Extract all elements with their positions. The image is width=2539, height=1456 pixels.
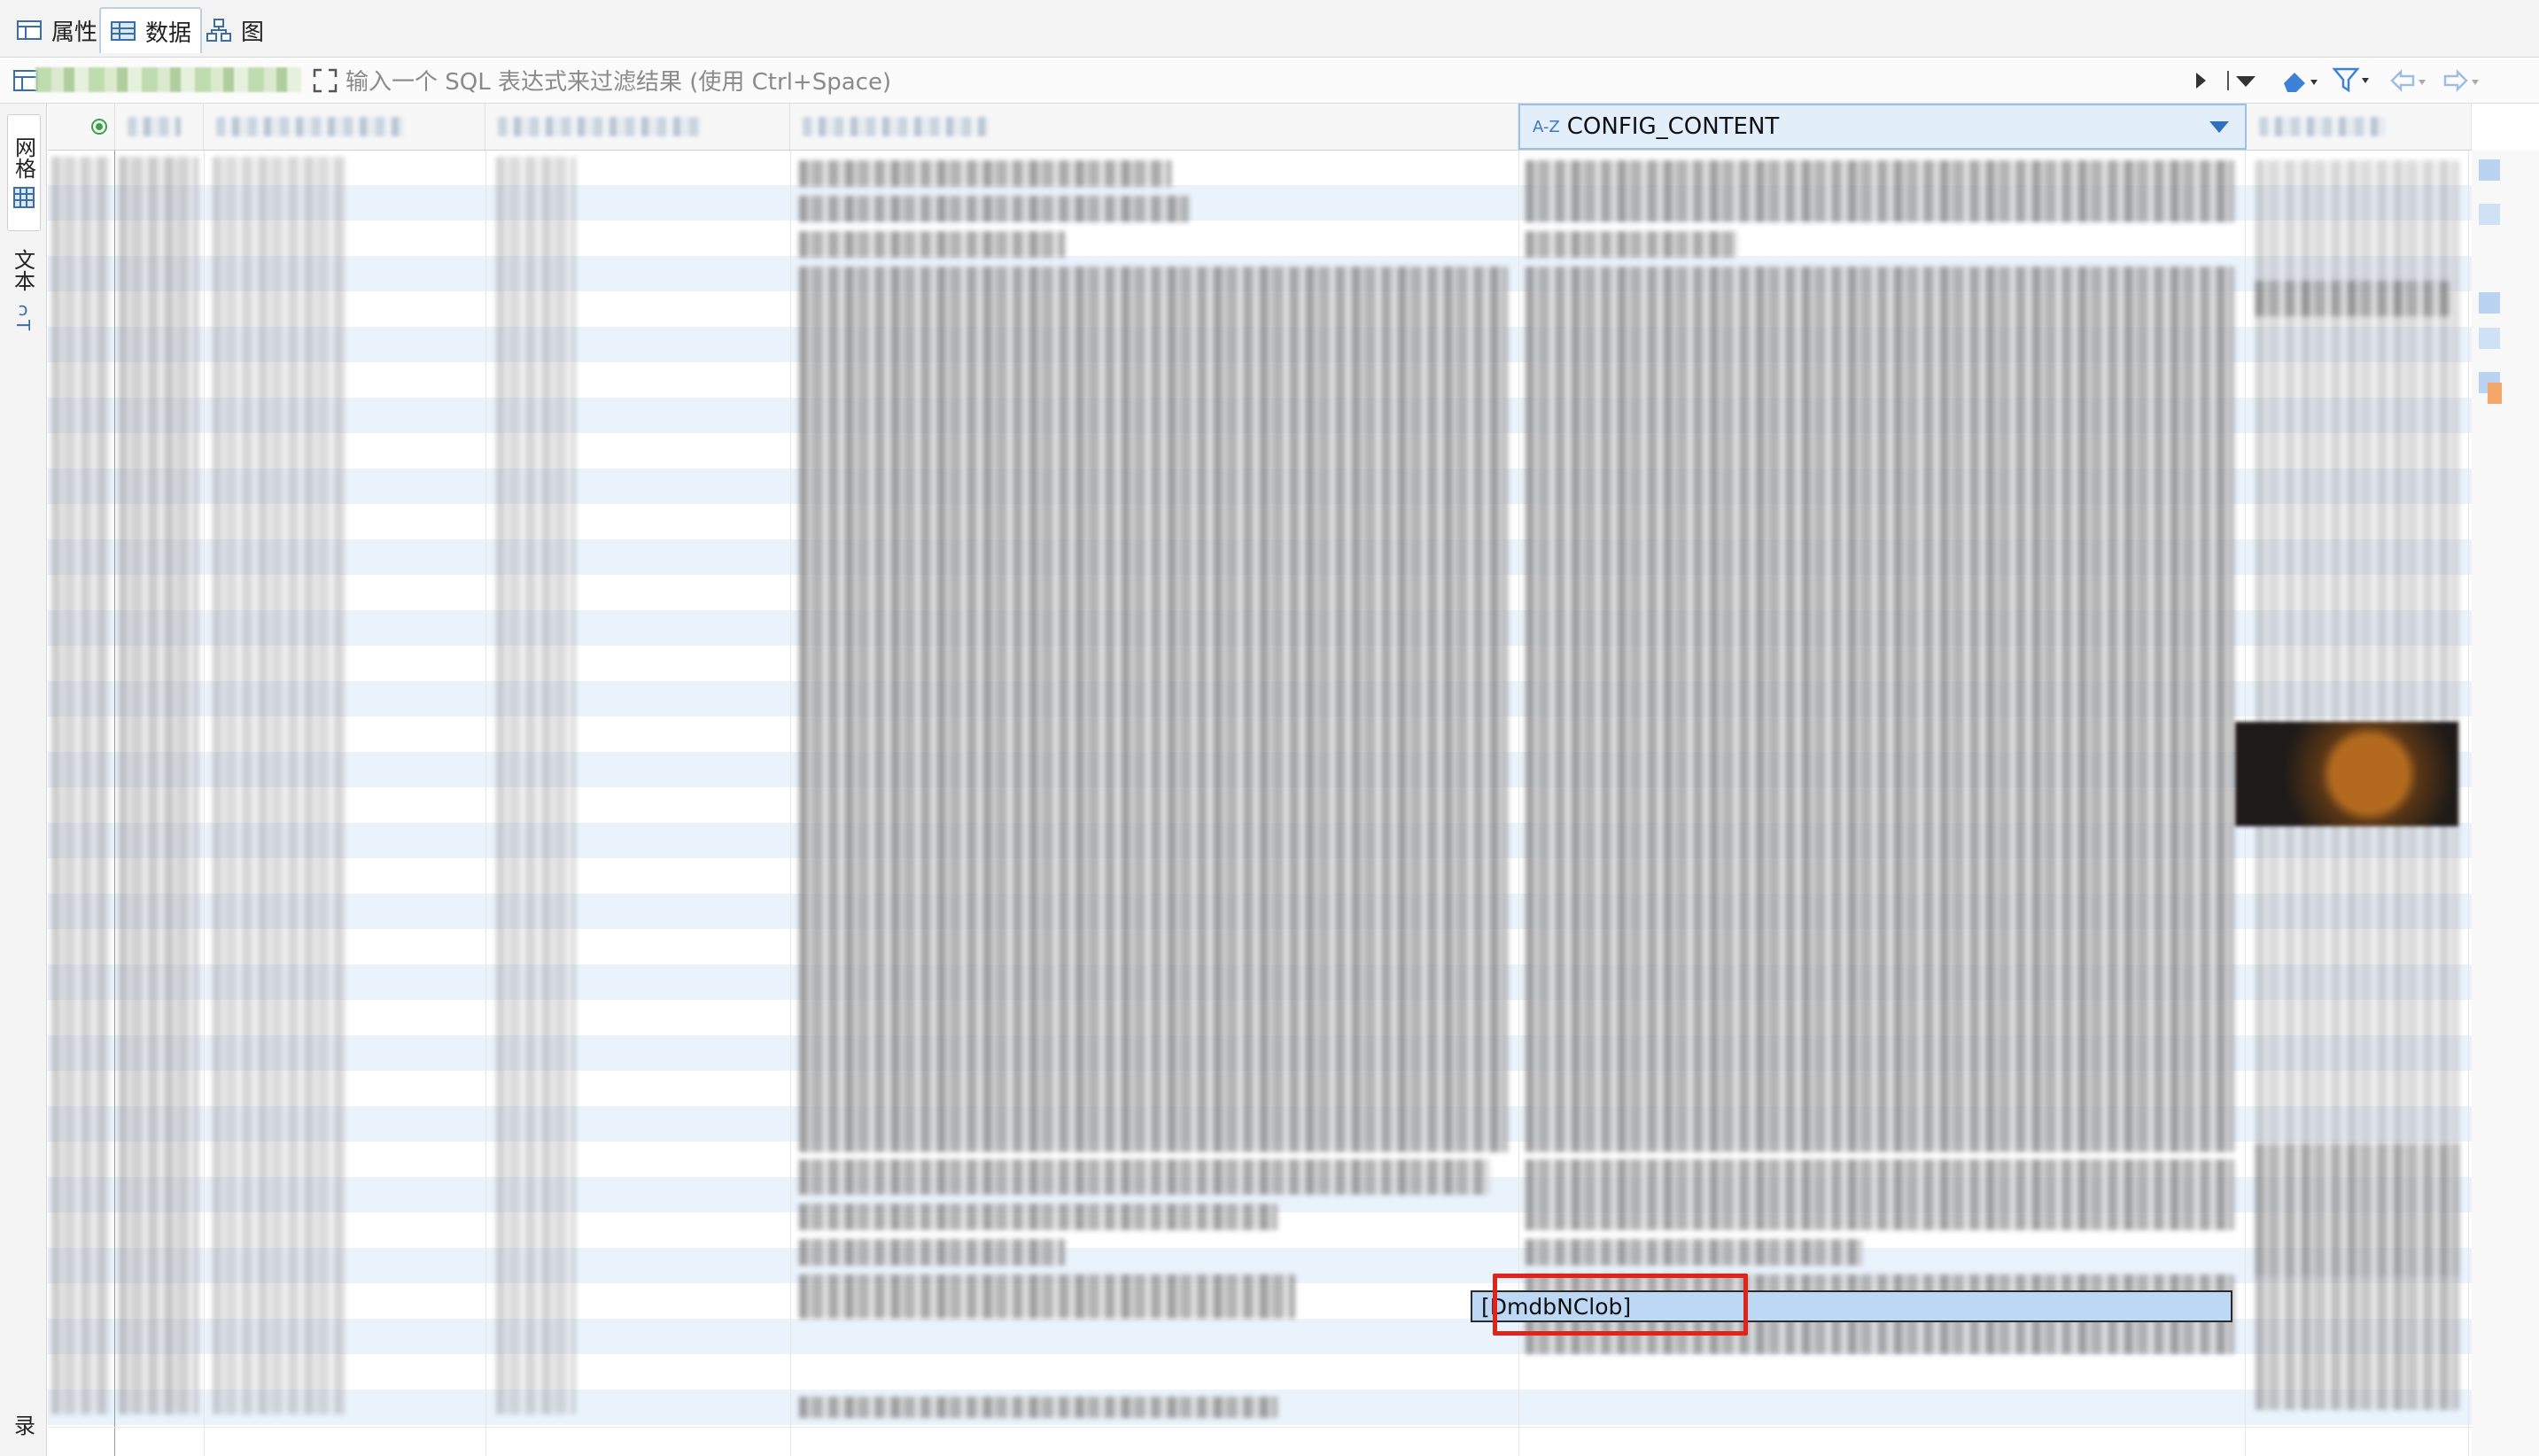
tab-data-label: 数据: [145, 19, 192, 47]
column-divider: [2468, 150, 2469, 1456]
column-name: CONFIG_CONTENT: [1566, 113, 1780, 140]
view-mode-strip: 网格 文本 ↄT 录: [0, 104, 47, 1456]
cell-blurred: [799, 196, 1189, 222]
blurred-column-name: [803, 117, 989, 136]
header-row-number[interactable]: [48, 104, 115, 150]
scroll-marker: [2479, 292, 2500, 314]
properties-icon: [17, 20, 42, 40]
eraser-icon[interactable]: [2280, 67, 2319, 94]
column-header-3[interactable]: [485, 104, 790, 150]
row-number-divider: [114, 150, 115, 1456]
forward-arrow-icon[interactable]: [2442, 67, 2481, 94]
record-indicator-icon: [91, 119, 107, 135]
selected-cell-value: [DmdbNClob]: [1481, 1293, 1632, 1320]
column-header-6[interactable]: [2247, 104, 2472, 150]
column-6-blurred: [2256, 160, 2459, 1276]
row-numbers-blurred: [51, 157, 110, 1414]
table-row[interactable]: [48, 221, 2472, 256]
cell-blurred: [799, 1204, 1277, 1230]
entity-name-blurred: [35, 67, 301, 92]
cell-blurred: [2256, 281, 2450, 316]
grid-view-icon: [13, 187, 35, 208]
grid-header: A-Z CONFIG_CONTENT: [48, 104, 2472, 151]
cell-blurred: [799, 1397, 1277, 1418]
empty-row-line: [48, 1427, 2472, 1428]
column-2-blurred: [213, 157, 346, 1414]
data-grid-icon: [111, 21, 136, 41]
column-header-2[interactable]: [204, 104, 485, 150]
tab-data[interactable]: 数据: [99, 7, 203, 53]
cell-blurred: [799, 1274, 1295, 1319]
column-dropdown-icon[interactable]: [2209, 121, 2229, 133]
side-tab-text[interactable]: 文本 ↄT: [7, 236, 39, 343]
cell-blurred: [799, 160, 1171, 187]
side-tab-text-label: 文本: [10, 248, 35, 291]
back-arrow-icon[interactable]: [2388, 67, 2427, 94]
column-header-config-content[interactable]: A-Z CONFIG_CONTENT: [1518, 104, 2247, 150]
text-view-icon: ↄT: [12, 298, 34, 331]
blurred-column-name: [498, 117, 703, 136]
filter-toolbar: 输入一个 SQL 表达式来过滤结果 (使用 Ctrl+Space): [0, 58, 2539, 104]
diagram-icon: [206, 19, 231, 42]
editor-tab-bar: 属性 数据 图: [0, 0, 2539, 58]
tab-diagram[interactable]: 图: [197, 7, 273, 53]
cell-blurred: [1526, 231, 1738, 258]
side-tab-grid[interactable]: 网格: [7, 114, 41, 231]
scroll-marker: [2479, 328, 2500, 349]
column-header-1[interactable]: [115, 104, 204, 150]
table-row[interactable]: [48, 1354, 2472, 1390]
cell-blurred: [799, 231, 1065, 258]
column-1-blurred: [119, 157, 198, 1414]
cell-blurred: [2256, 1144, 2459, 1410]
cell-blurred: [799, 1159, 1490, 1195]
cell-blurred: [799, 267, 1508, 1152]
column-header-4[interactable]: [790, 104, 1518, 150]
cell-blurred: [1526, 160, 2234, 222]
sql-filter-placeholder: 输入一个 SQL 表达式来过滤结果 (使用 Ctrl+Space): [346, 68, 892, 96]
string-type-badge: A-Z: [1533, 117, 1560, 136]
column-divider: [790, 150, 791, 1456]
column-3-blurred: [496, 157, 576, 1414]
column-divider: [1518, 150, 1519, 1456]
cell-blurred: [799, 1239, 1065, 1266]
column-divider: [204, 150, 205, 1456]
sql-filter-input[interactable]: 输入一个 SQL 表达式来过滤结果 (使用 Ctrl+Space): [346, 62, 2224, 97]
selected-cell[interactable]: [DmdbNClob]: [1471, 1290, 2232, 1322]
scroll-marker: [2479, 204, 2500, 225]
filter-funnel-icon[interactable]: [2332, 66, 2371, 94]
column-divider: [485, 150, 486, 1456]
scroll-marker: [2479, 159, 2500, 181]
filter-history-dropdown-icon[interactable]: [2225, 69, 2261, 92]
cell-blurred: [1526, 267, 2234, 1152]
cell-blurred: [1526, 1239, 1862, 1266]
vertical-scrollbar[interactable]: [2472, 151, 2539, 1456]
scroll-marker: [2488, 383, 2502, 404]
tab-diagram-label: 图: [241, 19, 265, 46]
blurred-column-name: [128, 117, 181, 136]
cell-blurred: [1526, 1159, 2234, 1230]
tab-properties-label: 属性: [51, 19, 98, 46]
side-tab-grid-label: 网格: [11, 136, 36, 179]
blurred-column-name: [216, 117, 405, 136]
side-bottom-label: 录: [10, 1414, 35, 1436]
blurred-column-name: [2259, 117, 2387, 136]
expand-icon[interactable]: [312, 67, 338, 94]
tab-properties[interactable]: 属性: [7, 7, 106, 53]
results-grid: A-Z CONFIG_CONTENT: [48, 104, 2472, 1456]
blurred-overlay-image: [2235, 722, 2458, 826]
apply-filter-icon[interactable]: [2192, 69, 2209, 92]
